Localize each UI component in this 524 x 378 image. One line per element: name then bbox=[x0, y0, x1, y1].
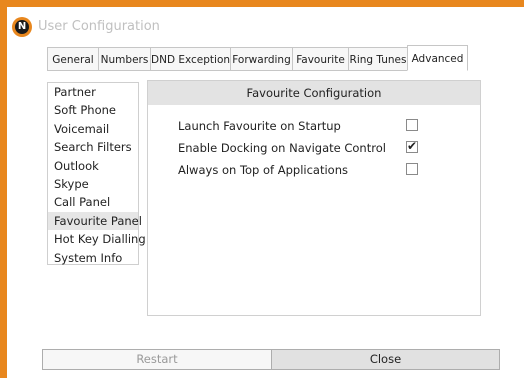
tab-advanced[interactable]: Advanced bbox=[407, 45, 468, 71]
window-top-border bbox=[0, 0, 524, 7]
favourite-configuration-panel: Favourite Configuration Launch Favourite… bbox=[147, 80, 481, 316]
footer-button-bar: Restart Close bbox=[42, 349, 500, 370]
list-item-skype[interactable]: Skype bbox=[48, 175, 138, 193]
list-item-outlook[interactable]: Outlook bbox=[48, 157, 138, 175]
logo-letter-icon: N bbox=[15, 20, 29, 34]
tab-numbers[interactable]: Numbers bbox=[98, 47, 150, 71]
restart-button[interactable]: Restart bbox=[42, 349, 272, 370]
window-left-border bbox=[0, 7, 7, 378]
tab-general[interactable]: General bbox=[47, 47, 98, 71]
window-title: User Configuration bbox=[38, 19, 160, 34]
option-always-on-top: Always on Top of Applications bbox=[178, 161, 458, 179]
panel-title: Favourite Configuration bbox=[148, 81, 480, 105]
app-logo-icon: N bbox=[12, 17, 32, 37]
option-enable-docking: Enable Docking on Navigate Control ✔ bbox=[178, 139, 458, 157]
list-item-call-panel[interactable]: Call Panel bbox=[48, 193, 138, 211]
tab-dnd-exception[interactable]: DND Exception bbox=[150, 47, 230, 71]
launch-on-startup-checkbox[interactable] bbox=[406, 119, 418, 131]
option-label: Always on Top of Applications bbox=[178, 163, 348, 177]
tab-bar: General Numbers DND Exception Forwarding… bbox=[47, 45, 468, 72]
list-item-partner[interactable]: Partner bbox=[48, 83, 138, 101]
list-item-favourite-panel[interactable]: Favourite Panel bbox=[48, 211, 142, 231]
list-item-hot-key-dialling[interactable]: Hot Key Dialling bbox=[48, 230, 146, 248]
option-label: Enable Docking on Navigate Control bbox=[178, 141, 386, 155]
list-item-system-info[interactable]: System Info bbox=[48, 249, 138, 267]
list-item-soft-phone[interactable]: Soft Phone bbox=[48, 101, 138, 119]
list-item-search-filters[interactable]: Search Filters bbox=[48, 138, 138, 156]
advanced-category-list: Partner Soft Phone Voicemail Search Filt… bbox=[47, 82, 146, 267]
checkmark-icon: ✔ bbox=[407, 139, 418, 153]
tab-forwarding[interactable]: Forwarding bbox=[230, 47, 292, 71]
close-button[interactable]: Close bbox=[272, 349, 500, 370]
tab-favourite[interactable]: Favourite bbox=[292, 47, 348, 71]
enable-docking-checkbox[interactable]: ✔ bbox=[406, 139, 418, 153]
option-label: Launch Favourite on Startup bbox=[178, 119, 341, 133]
always-on-top-checkbox[interactable] bbox=[406, 163, 418, 175]
tab-ring-tunes[interactable]: Ring Tunes bbox=[348, 47, 407, 71]
option-launch-on-startup: Launch Favourite on Startup bbox=[178, 117, 458, 135]
list-item-voicemail[interactable]: Voicemail bbox=[48, 120, 138, 138]
